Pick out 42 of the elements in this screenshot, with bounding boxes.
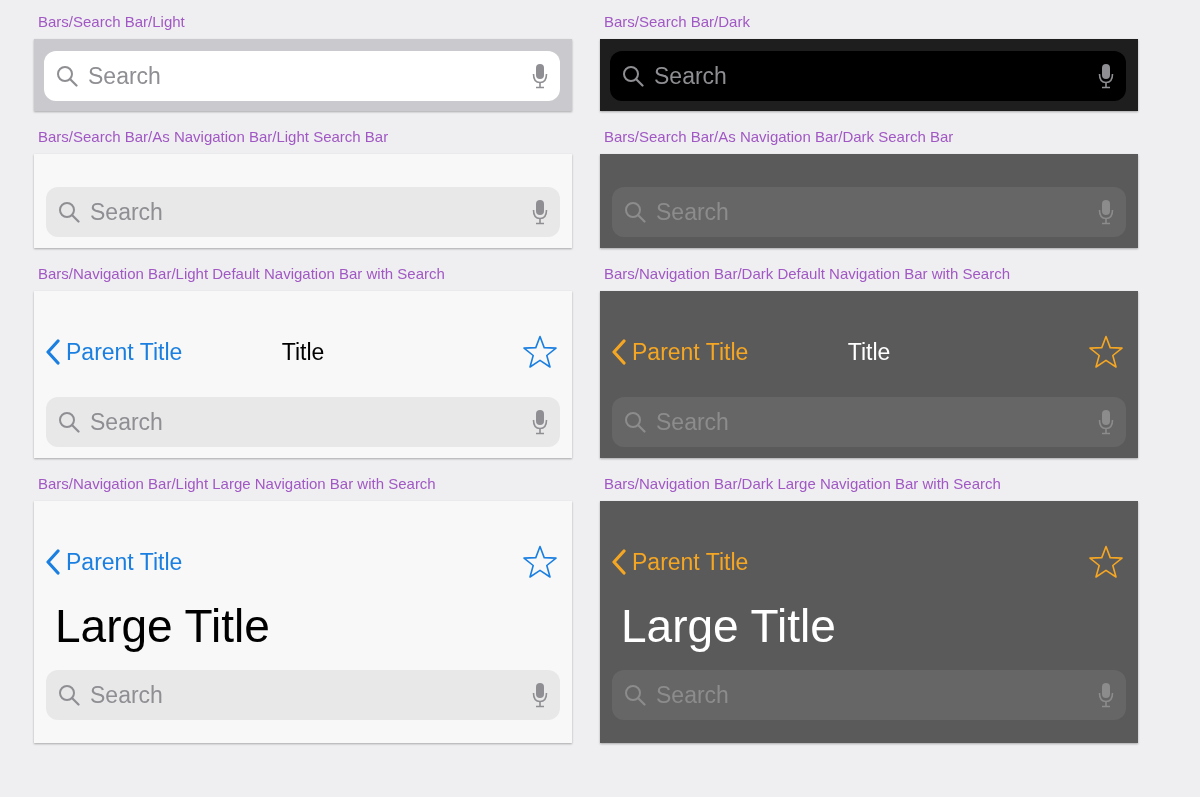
search-field[interactable]: Search [46,397,560,447]
component-label: Bars/Search Bar/Light [38,12,185,32]
search-icon [622,65,644,87]
chevron-left-icon [46,549,60,575]
search-icon [56,65,78,87]
back-button[interactable]: Parent Title [612,548,749,576]
large-title: Large Title [621,599,837,654]
search-icon [58,411,80,433]
nav-title: Title [847,338,891,366]
star-icon[interactable] [522,545,558,579]
microphone-icon[interactable] [1098,63,1114,89]
search-field[interactable]: Search [610,51,1126,101]
component-label: Bars/Search Bar/Dark [604,12,750,32]
microphone-icon[interactable] [532,682,548,708]
back-button[interactable]: Parent Title [46,338,183,366]
chevron-left-icon [612,339,626,365]
nav-title: Title [281,338,325,366]
microphone-icon[interactable] [532,63,548,89]
component-label: Bars/Navigation Bar/Dark Large Navigation Bar with Search [604,474,1001,494]
star-icon[interactable] [1088,545,1124,579]
back-button[interactable]: Parent Title [46,548,183,576]
search-field[interactable]: Search [46,670,560,720]
star-icon[interactable] [1088,335,1124,369]
component-label: Bars/Navigation Bar/Dark Default Navigation Bar with Search [604,264,1011,284]
chevron-left-icon [46,339,60,365]
search-icon [58,201,80,223]
search-icon [58,684,80,706]
component-label: Bars/Search Bar/As Navigation Bar/Light Search Bar [38,127,389,147]
search-icon [624,411,646,433]
search-icon [624,684,646,706]
microphone-icon[interactable] [532,409,548,435]
component-label: Bars/Navigation Bar/Light Default Navigation Bar with Search [38,264,445,284]
microphone-icon[interactable] [532,199,548,225]
search-field[interactable]: Search [46,187,560,237]
chevron-left-icon [612,549,626,575]
search-field[interactable]: Search [44,51,560,101]
search-icon [624,201,646,223]
star-icon[interactable] [522,335,558,369]
component-label: Bars/Navigation Bar/Light Large Navigation Bar with Search [38,474,436,494]
back-button[interactable]: Parent Title [612,338,749,366]
large-title: Large Title [55,599,271,654]
component-label: Bars/Search Bar/As Navigation Bar/Dark Search Bar [604,127,954,147]
